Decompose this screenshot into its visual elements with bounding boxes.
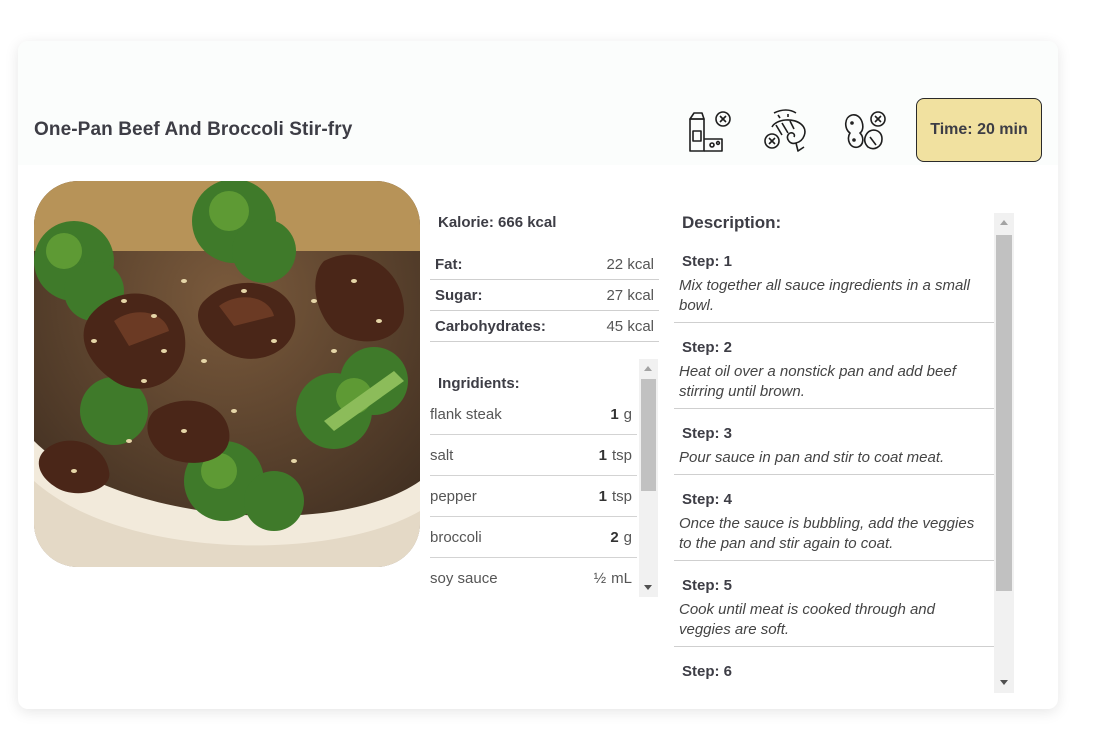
ingredient-quantity: 1 tsp bbox=[599, 488, 632, 505]
step-title: Step: 1 bbox=[682, 253, 733, 270]
nutrition-value: 45 kcal bbox=[606, 317, 654, 335]
ingredient-amount: 1 bbox=[610, 405, 619, 423]
step-item: Step: 4 Once the sauce is bubbling, add … bbox=[674, 475, 994, 561]
step-item: Step: 5 Cook until meat is cooked throug… bbox=[674, 561, 994, 647]
ingredient-name: soy sauce bbox=[430, 570, 498, 587]
ingredient-amount: 1 bbox=[598, 487, 607, 505]
nutrition-row-sugar: Sugar: 27 kcal bbox=[430, 280, 659, 311]
ingredient-quantity: 2g bbox=[610, 529, 632, 546]
step-text: Heat oil over a nonstick pan and add bee… bbox=[679, 363, 956, 400]
description-scroll-thumb[interactable] bbox=[996, 235, 1012, 591]
ingredient-unit: g bbox=[623, 405, 632, 423]
nutrition-label: Sugar: bbox=[435, 286, 483, 304]
no-nuts-icon bbox=[838, 105, 890, 157]
step-text: Mix together all sauce ingredients in a … bbox=[679, 277, 970, 314]
scroll-down-arrow-icon[interactable] bbox=[644, 585, 652, 590]
nutrition-row-carbohydrates: Carbohydrates: 45 kcal bbox=[430, 311, 659, 342]
ingredient-name: pepper bbox=[430, 487, 477, 505]
step-title: Step: 6 bbox=[682, 663, 733, 680]
cook-time-badge: Time: 20 min bbox=[916, 98, 1042, 162]
scroll-down-arrow-icon[interactable] bbox=[1000, 680, 1008, 685]
description-title: Description: bbox=[682, 213, 782, 232]
kalorie-total: Kalorie: 666 kcal bbox=[438, 214, 557, 231]
recipe-title: One-Pan Beef And Broccoli Stir-fry bbox=[34, 119, 353, 140]
step-item: Step: 6 bbox=[674, 647, 994, 692]
ingredient-name: broccoli bbox=[430, 528, 482, 546]
step-text: Once the sauce is bubbling, add the vegg… bbox=[679, 515, 975, 552]
nutrition-row-fat: Fat: 22 kcal bbox=[430, 249, 659, 280]
step-text: Pour sauce in pan and stir to coat meat. bbox=[679, 449, 945, 466]
ingredients-list: flank steak 1g salt 1 tsp pepper 1 tsp bro… bbox=[430, 394, 637, 597]
steps-list: Step: 1 Mix together all sauce ingredien… bbox=[674, 243, 994, 692]
step-title: Step: 2 bbox=[682, 339, 733, 356]
ingredient-unit: mL bbox=[611, 570, 632, 587]
ingredient-amount: 1 bbox=[598, 446, 607, 464]
ingredient-amount: 2 bbox=[610, 528, 619, 546]
step-title: Step: 5 bbox=[682, 577, 733, 594]
step-text: Cook until meat is cooked through and ve… bbox=[679, 601, 935, 638]
ingredient-row: pepper 1 tsp bbox=[430, 476, 637, 517]
recipe-header bbox=[18, 41, 1058, 165]
ingredients-title: Ingridients: bbox=[438, 375, 520, 392]
description-scrollbar[interactable] bbox=[994, 213, 1014, 693]
no-seafood-icon bbox=[760, 105, 812, 157]
ingredients-scroll-thumb[interactable] bbox=[641, 379, 656, 491]
ingredient-row: salt 1 tsp bbox=[430, 435, 637, 476]
step-title: Step: 4 bbox=[682, 491, 733, 508]
ingredients-panel[interactable]: Ingridients: flank steak 1g salt 1 tsp pe… bbox=[430, 359, 658, 597]
nutrition-table: Fat: 22 kcal Sugar: 27 kcal Carbohydrate… bbox=[430, 249, 659, 342]
nutrition-value: 22 kcal bbox=[606, 255, 654, 273]
ingredient-row: soy sauce ½ mL bbox=[430, 558, 637, 597]
nutrition-value: 27 kcal bbox=[606, 286, 654, 304]
step-item: Step: 2 Heat oil over a nonstick pan and… bbox=[674, 323, 994, 409]
step-title: Step: 3 bbox=[682, 425, 733, 442]
ingredient-quantity: ½ mL bbox=[594, 570, 632, 587]
no-dairy-icon bbox=[682, 105, 734, 157]
scroll-up-arrow-icon[interactable] bbox=[644, 366, 652, 371]
ingredients-scrollbar[interactable] bbox=[639, 359, 658, 597]
recipe-card: One-Pan Beef And Broccoli Stir-fry Time:… bbox=[18, 41, 1058, 709]
scroll-up-arrow-icon[interactable] bbox=[1000, 220, 1008, 225]
ingredient-unit: tsp bbox=[611, 446, 632, 464]
ingredient-amount: ½ bbox=[593, 570, 607, 587]
ingredient-name: flank steak bbox=[430, 405, 502, 423]
ingredient-row: broccoli 2g bbox=[430, 517, 637, 558]
ingredient-name: salt bbox=[430, 446, 454, 464]
ingredient-quantity: 1 tsp bbox=[599, 447, 632, 464]
ingredient-row: flank steak 1g bbox=[430, 394, 637, 435]
nutrition-label: Carbohydrates: bbox=[435, 317, 546, 335]
ingredient-unit: tsp bbox=[611, 487, 632, 505]
step-item: Step: 1 Mix together all sauce ingredien… bbox=[674, 243, 994, 323]
ingredient-quantity: 1g bbox=[610, 406, 632, 423]
step-item: Step: 3 Pour sauce in pan and stir to co… bbox=[674, 409, 994, 475]
nutrition-label: Fat: bbox=[435, 255, 463, 273]
description-panel[interactable]: Description: Step: 1 Mix together all sa… bbox=[674, 213, 1014, 693]
dish-photo bbox=[34, 181, 420, 567]
ingredient-unit: g bbox=[623, 528, 632, 546]
